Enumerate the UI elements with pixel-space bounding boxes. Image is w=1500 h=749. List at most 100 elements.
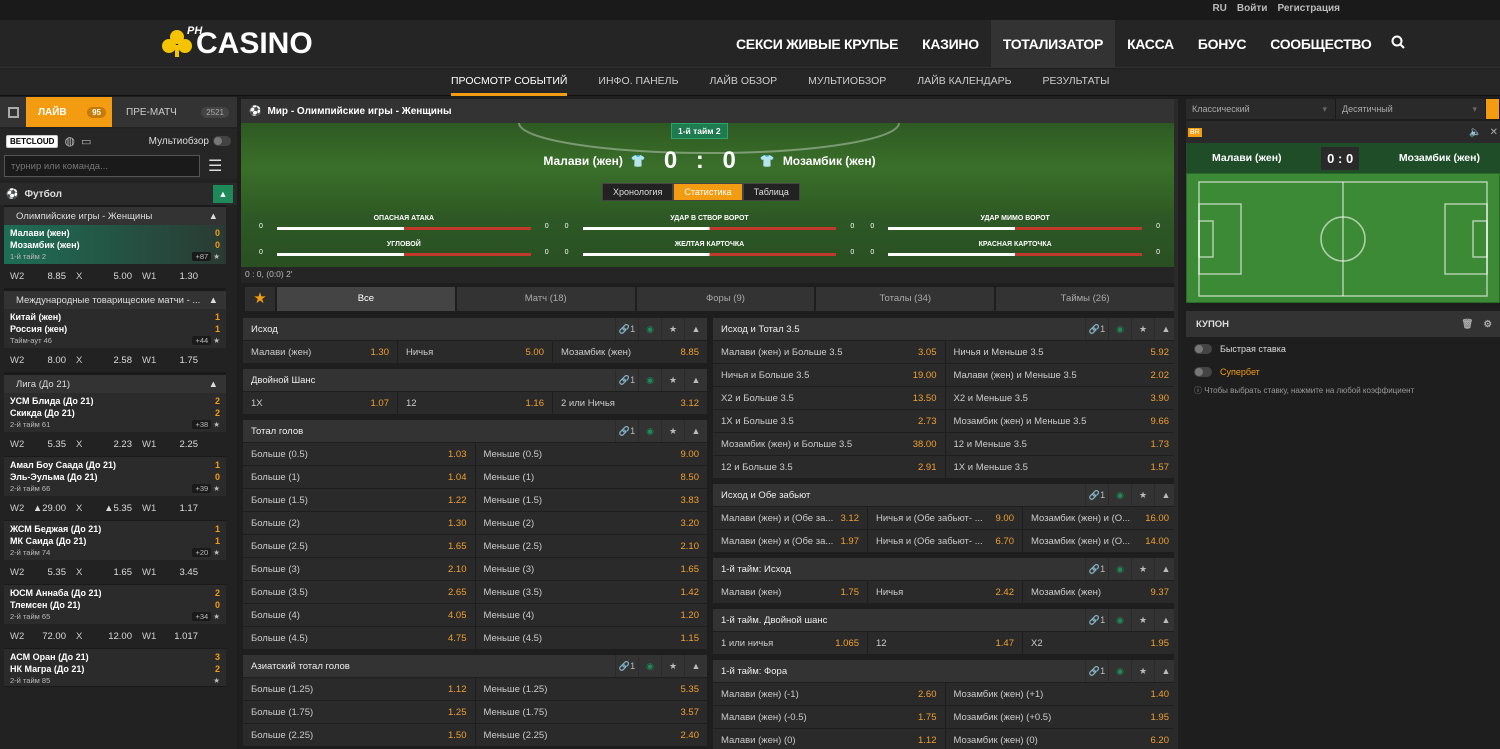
list-icon[interactable]: ☰ [208, 156, 222, 176]
odd-button[interactable]: Больше (1) 1.04 [243, 466, 475, 488]
odd-button[interactable]: Ничья и Больше 3.5 19.00 [713, 364, 945, 386]
odd-button[interactable]: Мозамбик (жен) (+1) 1.40 [944, 683, 1177, 705]
odd-button[interactable]: 1.65 [98, 567, 142, 578]
superbet-toggle[interactable] [1194, 366, 1212, 377]
login-link[interactable]: Войти [1237, 3, 1268, 14]
quick-bet-row[interactable]: Быстрая ставка [1186, 337, 1500, 360]
odd-button[interactable]: Меньше (0.5) 9.00 [474, 443, 707, 465]
nav-cashier[interactable]: КАССА [1115, 20, 1186, 68]
odd-button[interactable]: Мозамбик (жен) 9.37 [1022, 581, 1177, 603]
trash-icon[interactable]: 🗑 [1461, 319, 1473, 330]
market-header[interactable]: 1-й тайм: Исход 🔗1 ◉ ★ ▲ [713, 558, 1177, 580]
odd-button[interactable]: Ничья и (Обе забьют- ... 9.00 [867, 507, 1022, 529]
market-header[interactable]: Исход и Обе забьют 🔗1 ◉ ★ ▲ [713, 484, 1177, 506]
odd-button[interactable]: Мозамбик (жен) и (О... 16.00 [1022, 507, 1177, 529]
market-actions[interactable]: 🔗1 ◉ ★ ▲ [615, 655, 707, 677]
live-match-item[interactable]: Малави (жен) 0 Мозамбик (жен) 0 1-й тайм 2… [4, 225, 226, 289]
odd-button[interactable]: Мозамбик (жен) (+0.5) 1.95 [944, 706, 1177, 728]
more-markets-badge[interactable]: +20 [192, 548, 212, 557]
odd-button[interactable]: Меньше (1) 8.50 [474, 466, 707, 488]
odd-button[interactable]: Больше (2) 1.30 [243, 512, 475, 534]
odd-button[interactable]: ▲5.35 [98, 503, 142, 514]
market-header[interactable]: Исход и Тотал 3.5 🔗1 ◉ ★ ▲ [713, 318, 1177, 340]
nav-bonus[interactable]: БОНУС [1186, 20, 1258, 68]
logo[interactable]: PH CASINO [160, 25, 313, 62]
odd-button[interactable]: 5.35 [32, 567, 76, 578]
language-select[interactable]: RU [1212, 3, 1226, 14]
market-actions[interactable]: 🔗1 ◉ ★ ▲ [615, 318, 707, 340]
subnav-info[interactable]: ИНФО. ПАНЕЛЬ [598, 69, 678, 96]
odd-button[interactable]: Больше (4.5) 4.75 [243, 627, 475, 649]
search-input[interactable] [4, 155, 200, 177]
market-header[interactable]: Азиатский тотал голов 🔗1 ◉ ★ ▲ [243, 655, 707, 677]
odd-button[interactable]: Меньше (3.5) 1.42 [474, 581, 707, 603]
nav-sportsbook[interactable]: ТОТАЛИЗАТОР [990, 20, 1116, 68]
odd-button[interactable]: ▲29.00 [32, 503, 76, 514]
odd-button[interactable]: Меньше (2.25) 2.40 [474, 724, 707, 746]
odd-button[interactable]: 1 или ничья 1.065 [713, 632, 867, 654]
tab-table[interactable]: Таблица [742, 183, 800, 201]
tab-timeline[interactable]: Хронология [602, 183, 674, 201]
odd-button[interactable]: Малави (жен) (-0.5) 1.75 [713, 706, 945, 728]
nav-live-dealers[interactable]: СЕКСИ ЖИВЫЕ КРУПЬЕ [724, 20, 910, 68]
market-tab-match[interactable]: Матч (18) [454, 287, 635, 311]
odd-button[interactable]: 1.75 [164, 355, 208, 366]
odd-button[interactable]: 1X и Меньше 3.5 1.57 [944, 456, 1177, 478]
odd-button[interactable]: Меньше (4.5) 1.15 [474, 627, 707, 649]
chevron-up-icon[interactable]: ▲ [209, 211, 218, 222]
odd-button[interactable]: Больше (1.25) 1.12 [243, 678, 475, 700]
live-match-item[interactable]: Амал Боу Саада (До 21) 1 Эль-Эульма (До 2… [4, 457, 226, 521]
market-header[interactable]: Двойной Шанс 🔗1 ◉ ★ ▲ [243, 369, 707, 391]
odd-button[interactable]: 2.58 [98, 355, 142, 366]
sport-football[interactable]: ⚽ Футбол ▲ [0, 183, 237, 205]
close-icon[interactable]: ✕ [1490, 127, 1498, 138]
market-header[interactable]: Исход 🔗1 ◉ ★ ▲ [243, 318, 707, 340]
live-match-item[interactable]: ЮСМ Аннаба (До 21) 2 Тлемсен (До 21) 0 2-й… [4, 585, 226, 649]
market-actions[interactable]: 🔗1 ◉ ★ ▲ [1085, 484, 1177, 506]
odd-button[interactable]: Мозамбик (жен) (0) 6.20 [944, 729, 1177, 749]
sound-icon[interactable]: 🔈 [1469, 127, 1481, 138]
betcloud-toggle[interactable]: BETCLOUD [6, 134, 59, 148]
market-tab-all[interactable]: Все [275, 287, 455, 311]
odd-button[interactable]: 12 1.47 [867, 632, 1022, 654]
odd-button[interactable]: 8.85 [32, 271, 76, 282]
tab-prematch[interactable]: ПРЕ-МАТЧ 2521 [112, 97, 237, 127]
odd-button[interactable]: Ничья 5.00 [397, 341, 552, 363]
search-icon[interactable] [1383, 20, 1413, 68]
nav-community[interactable]: СООБЩЕСТВО [1258, 20, 1383, 68]
star-icon[interactable]: ★ [213, 252, 220, 261]
odd-button[interactable]: X2 и Меньше 3.5 3.90 [944, 387, 1177, 409]
collapse-icon[interactable]: ▲ [213, 185, 233, 203]
odd-button[interactable]: 5.00 [98, 271, 142, 282]
odd-button[interactable]: Больше (2.25) 1.50 [243, 724, 475, 746]
tab-statistics[interactable]: Статистика [673, 183, 743, 201]
more-markets-badge[interactable]: +87 [192, 252, 212, 261]
scrollbar[interactable] [1174, 99, 1178, 749]
odd-button[interactable]: 8.00 [32, 355, 76, 366]
globe-icon[interactable]: ◍ [64, 134, 74, 148]
odd-button[interactable]: Мозамбик (жен) и Больше 3.5 38.00 [713, 433, 945, 455]
chevron-up-icon[interactable]: ▲ [209, 295, 218, 306]
odd-button[interactable]: X2 1.95 [1022, 632, 1177, 654]
market-actions[interactable]: 🔗1 ◉ ★ ▲ [1085, 558, 1177, 580]
odd-button[interactable]: Ничья и (Обе забьют- ... 6.70 [867, 530, 1022, 552]
odd-button[interactable]: Ничья и Меньше 3.5 5.92 [944, 341, 1177, 363]
star-icon[interactable]: ★ [213, 484, 220, 493]
subnav-results[interactable]: РЕЗУЛЬТАТЫ [1042, 69, 1109, 96]
subnav-events[interactable]: ПРОСМОТР СОБЫТИЙ [451, 69, 568, 96]
market-actions[interactable]: 🔗1 ◉ ★ ▲ [1085, 318, 1177, 340]
expand-toggle[interactable] [1486, 99, 1500, 119]
odd-button[interactable]: 12 и Меньше 3.5 1.73 [944, 433, 1177, 455]
odd-button[interactable]: Меньше (4) 1.20 [474, 604, 707, 626]
odd-button[interactable]: Больше (3.5) 2.65 [243, 581, 475, 603]
odd-button[interactable]: 72.00 [32, 631, 76, 642]
odd-button[interactable]: 5.35 [32, 439, 76, 450]
odd-button[interactable]: Меньше (3) 1.65 [474, 558, 707, 580]
odd-button[interactable]: Больше (2.5) 1.65 [243, 535, 475, 557]
market-actions[interactable]: 🔗1 ◉ ★ ▲ [615, 369, 707, 391]
market-actions[interactable]: 🔗1 ◉ ★ ▲ [1085, 609, 1177, 631]
menu-square-icon[interactable] [0, 97, 26, 127]
subnav-live-calendar[interactable]: ЛАЙВ КАЛЕНДАРЬ [917, 69, 1011, 96]
odd-button[interactable]: Больше (0.5) 1.03 [243, 443, 475, 465]
odd-button[interactable]: 12 1.16 [397, 392, 552, 414]
